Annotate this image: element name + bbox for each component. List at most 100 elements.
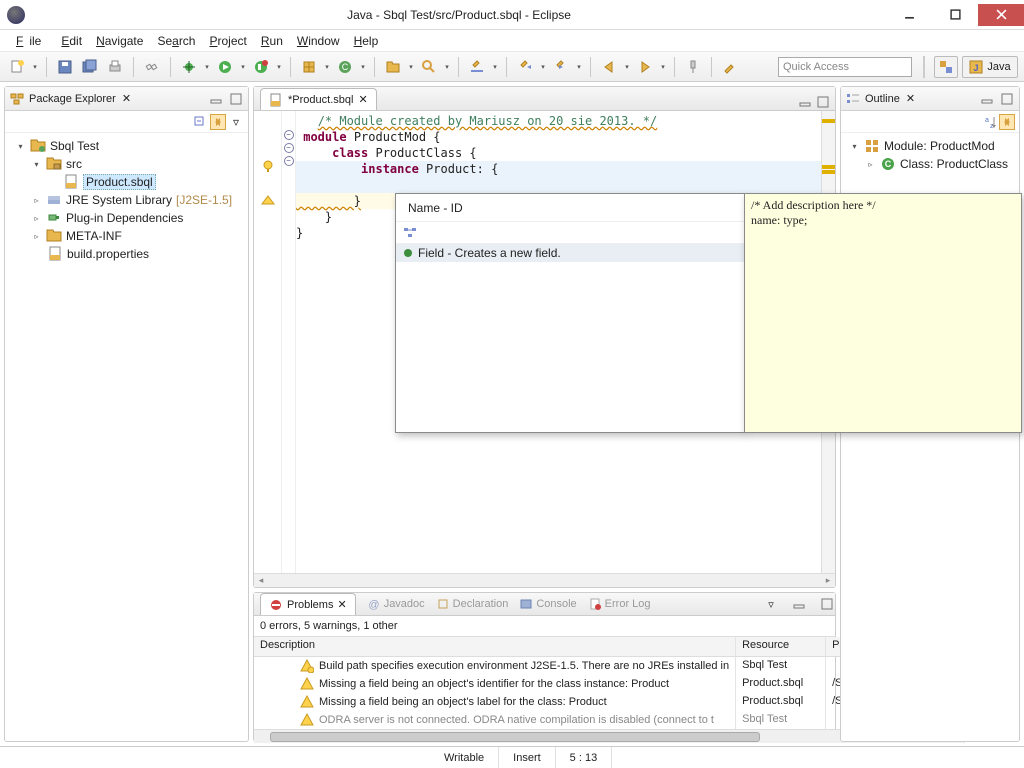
new-class-button[interactable]: C [334,56,356,78]
run-ext-dropdown[interactable]: ▾ [275,63,283,71]
tab-declaration[interactable]: Declaration [437,598,509,610]
outline-maximize-icon[interactable] [999,91,1015,107]
outline-close[interactable]: ✕ [906,92,915,105]
svg-text:@: @ [368,599,379,610]
maximize-button[interactable] [932,4,978,26]
tree-jre-suffix: [J2SE-1.5] [176,193,232,207]
content-assist-item[interactable]: Field - Creates a new field. [396,244,744,262]
problems-close[interactable]: ✕ [337,598,346,611]
code-line: /* Module created by Mariusz on 20 sie 2… [318,114,658,128]
save-button[interactable] [54,56,76,78]
tab-javadoc[interactable]: @Javadoc [368,598,425,610]
package-explorer-close[interactable]: ✕ [122,92,131,105]
toggle-mark-dropdown[interactable]: ▾ [491,63,499,71]
outline-module: Module: ProductMod [884,139,995,153]
problems-table[interactable]: Description Resource Path L Build path s… [254,636,835,743]
quickfix-icon[interactable] [261,160,275,174]
open-type-dropdown[interactable]: ▾ [407,63,415,71]
metainf-folder-icon [46,228,62,244]
scroll-left-icon[interactable]: ◂ [254,575,268,587]
run-dropdown[interactable]: ▾ [239,63,247,71]
editor-minimize-icon[interactable] [797,94,813,110]
tree-file-selected: Product.sbql [83,174,156,190]
menu-edit[interactable]: Edit [55,32,88,50]
toggle-mark-button[interactable] [466,56,488,78]
sort-icon[interactable]: az [981,114,997,130]
new-dropdown[interactable]: ▾ [31,63,39,71]
search-button[interactable] [418,56,440,78]
editor-hscrollbar[interactable]: ◂ ▸ [254,573,835,587]
quick-access-input[interactable]: Quick Access [778,57,912,77]
collapse-all-icon[interactable] [192,114,208,130]
editor-ruler[interactable] [254,111,282,573]
minimize-view-icon[interactable] [208,91,224,107]
menu-file[interactable]: File [10,32,53,50]
menu-project[interactable]: Project [203,32,252,50]
editor-tab-active[interactable]: *Product.sbql ✕ [260,88,377,110]
forward-button[interactable] [634,56,656,78]
outline-minimize-icon[interactable] [979,91,995,107]
tab-problems[interactable]: Problems ✕ [260,593,356,615]
run-button[interactable] [214,56,236,78]
plugin-deps-icon [46,210,62,226]
fold-icon[interactable]: − [284,156,294,166]
problems-view-menu-icon[interactable]: ▿ [763,596,779,612]
scroll-right-icon[interactable]: ▸ [821,575,835,587]
back-dropdown[interactable]: ▾ [623,63,631,71]
run-ext-button[interactable] [250,56,272,78]
problems-col-description[interactable]: Description [254,637,736,656]
content-assist-tree-icon[interactable] [402,225,418,241]
fold-icon[interactable]: − [284,130,294,140]
open-type-button[interactable] [382,56,404,78]
view-menu-icon[interactable]: ▿ [228,114,244,130]
content-assist-popup[interactable]: Name - ID Field - Creates a new field. [395,193,745,433]
problems-pane: Problems ✕ @Javadoc Declaration Console … [253,592,836,742]
print-button[interactable] [104,56,126,78]
link-editor-icon[interactable] [210,114,226,130]
editor-tab-close[interactable]: ✕ [358,93,367,106]
status-cursor-pos: 5 : 13 [556,747,613,768]
problems-col-resource[interactable]: Resource [736,637,826,656]
editor-maximize-icon[interactable] [815,94,831,110]
menu-search[interactable]: Search [151,32,201,50]
forward-dropdown[interactable]: ▾ [659,63,667,71]
editor-fold-column[interactable]: − − − [282,111,296,573]
back-button[interactable] [598,56,620,78]
new-package-button[interactable] [298,56,320,78]
prev-annot-button[interactable] [514,56,536,78]
brush-button[interactable] [719,56,741,78]
warning-marker-icon[interactable] [261,195,275,205]
debug-button[interactable] [178,56,200,78]
next-annot-button[interactable] [550,56,572,78]
menu-navigate[interactable]: Navigate [90,32,149,50]
new-package-dropdown[interactable]: ▾ [323,63,331,71]
minimize-button[interactable] [886,4,932,26]
maximize-view-icon[interactable] [228,91,244,107]
content-assist-header: Name - ID [396,194,744,222]
close-button[interactable] [978,4,1024,26]
menu-run[interactable]: Run [255,32,289,50]
new-class-dropdown[interactable]: ▾ [359,63,367,71]
problems-maximize-icon[interactable] [819,596,835,612]
pin-button[interactable] [682,56,704,78]
tab-errorlog[interactable]: Error Log [589,598,651,610]
editor-tab-label: *Product.sbql [288,94,353,106]
package-explorer-tree[interactable]: ▾Sbql Test ▾src Product.sbql ▹JRE System… [5,133,248,267]
new-button[interactable] [6,56,28,78]
problems-minimize-icon[interactable] [791,596,807,612]
menu-help[interactable]: Help [348,32,385,50]
search-dropdown[interactable]: ▾ [443,63,451,71]
prev-annot-dropdown[interactable]: ▾ [539,63,547,71]
outline-link-icon[interactable] [999,114,1015,130]
tab-console[interactable]: Console [520,598,576,610]
link-button[interactable] [141,56,163,78]
outline-tree[interactable]: ▾Module: ProductMod ▹CClass: ProductClas… [841,133,1019,177]
perspective-java[interactable]: JJava [962,56,1018,78]
debug-dropdown[interactable]: ▾ [203,63,211,71]
save-all-button[interactable] [79,56,101,78]
fold-icon[interactable]: − [284,143,294,153]
open-perspective-button[interactable] [934,56,958,78]
menu-window[interactable]: Window [291,32,346,50]
next-annot-dropdown[interactable]: ▾ [575,63,583,71]
problems-summary: 0 errors, 5 warnings, 1 other [254,616,835,636]
